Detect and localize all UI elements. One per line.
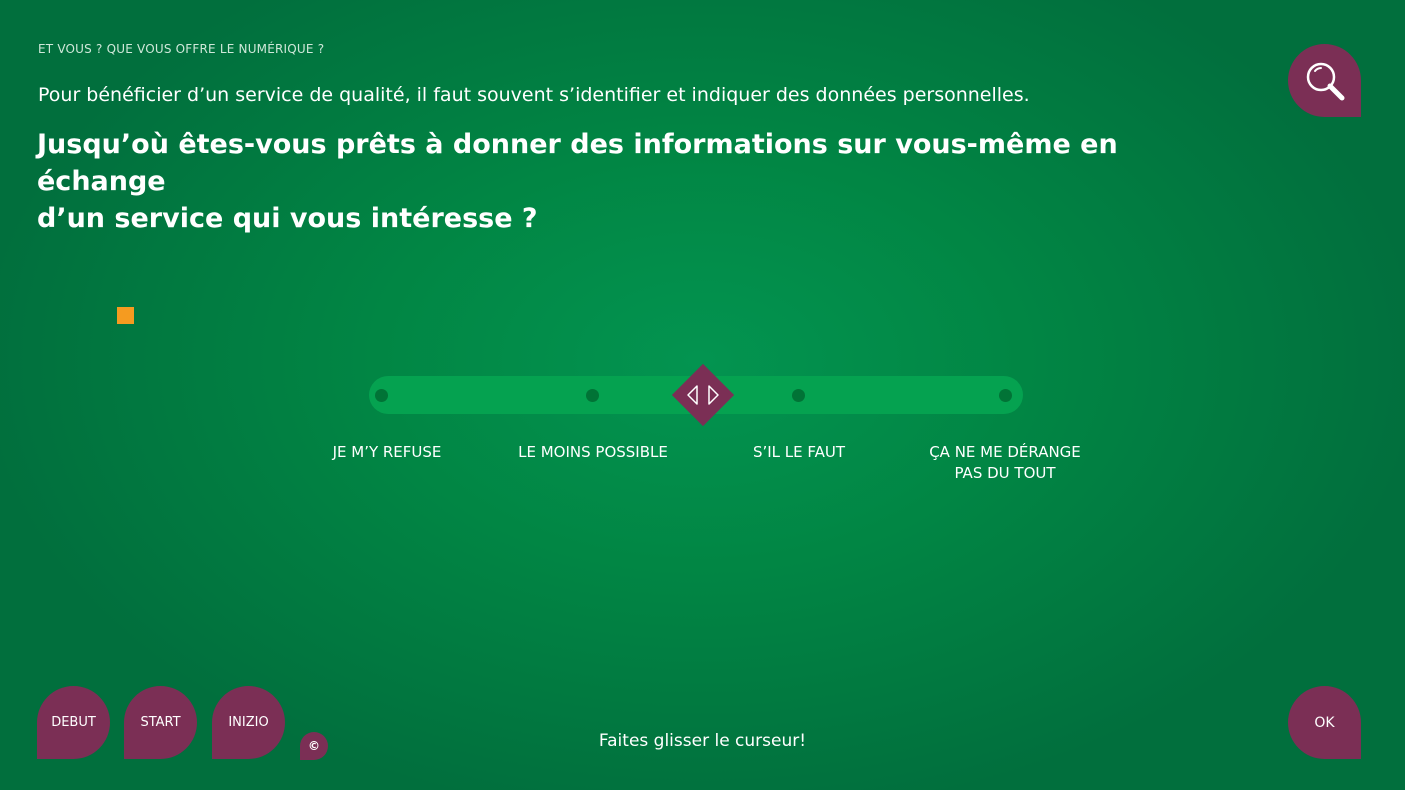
slider-stop-2[interactable] — [586, 389, 599, 402]
slider-handle[interactable] — [671, 363, 735, 427]
progress-marker — [117, 307, 134, 324]
section-label: ET VOUS ? QUE VOUS OFFRE LE NUMÉRIQUE ? — [38, 42, 325, 56]
option-refuse[interactable]: JE M’Y REFUSE — [307, 442, 467, 463]
slider-stop-1[interactable] — [375, 389, 388, 402]
slider-stop-4[interactable] — [999, 389, 1012, 402]
intro-text: Pour bénéficier d’un service de qualité,… — [38, 84, 1030, 106]
slider-stop-3[interactable] — [792, 389, 805, 402]
zoom-button[interactable] — [1288, 44, 1361, 117]
question-line-2: d’un service qui vous intéresse ? — [37, 203, 538, 234]
option-if-needed[interactable]: S’IL LE FAUT — [719, 442, 879, 463]
option-label: LE MOINS POSSIBLE — [518, 443, 668, 461]
option-label: S’IL LE FAUT — [752, 443, 846, 461]
option-label: ÇA NE ME DÉRANGE — [929, 443, 1081, 461]
question-title: Jusqu’où êtes-vous prêts à donner des in… — [37, 126, 1197, 237]
option-least-possible[interactable]: LE MOINS POSSIBLE — [493, 442, 693, 463]
ok-button[interactable]: OK — [1288, 686, 1361, 759]
magnifier-icon — [1306, 62, 1344, 100]
drag-hint: Faites glisser le curseur! — [598, 731, 807, 751]
option-label: JE M’Y REFUSE — [332, 443, 442, 461]
question-line-1: Jusqu’où êtes-vous prêts à donner des in… — [37, 129, 1118, 197]
option-no-problem[interactable]: ÇA NE ME DÉRANGE PAS DU TOUT — [895, 442, 1115, 484]
option-label-line2: PAS DU TOUT — [954, 464, 1056, 482]
